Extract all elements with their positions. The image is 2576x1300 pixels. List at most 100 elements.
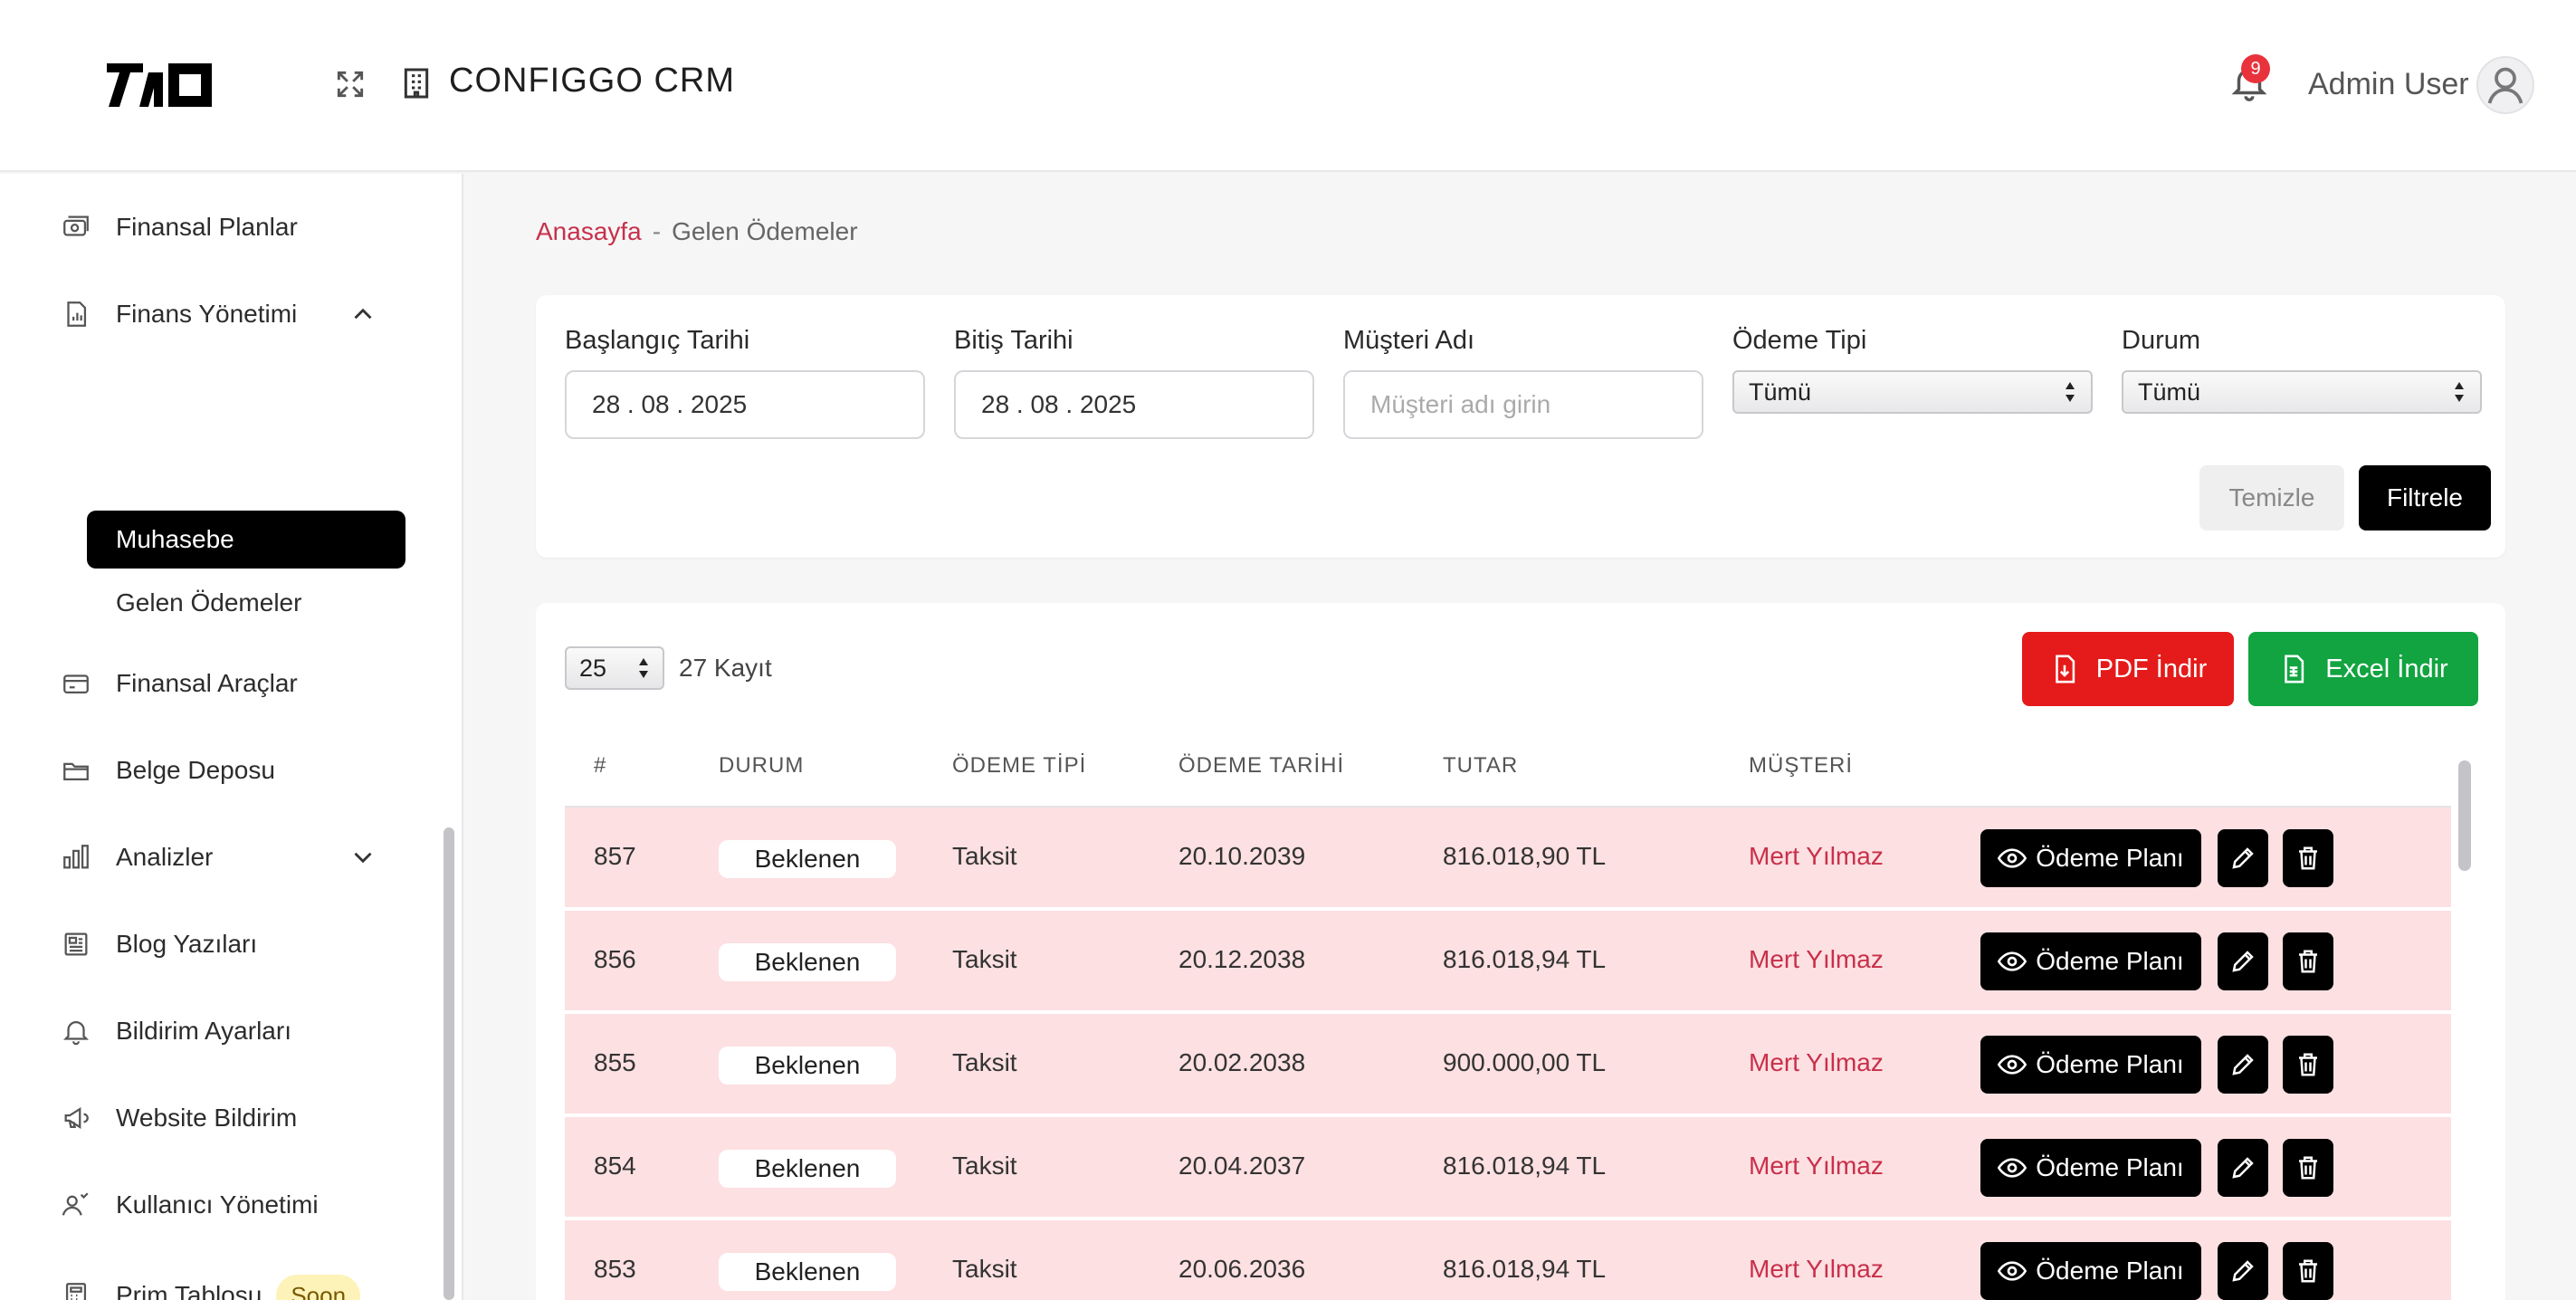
clear-button[interactable]: Temizle [2199,465,2344,531]
row-payment-type: Taksit [952,1048,1017,1076]
chevron-down-icon[interactable] [348,842,378,873]
table-row[interactable]: 853 Beklenen Taksit 20.06.2036 816.018,9… [565,1220,2451,1300]
sidebar-item-bildirim-ayarlari[interactable]: Bildirim Ayarları [58,1008,291,1054]
edit-button[interactable] [2218,1242,2268,1300]
row-amount: 816.018,94 TL [1443,1255,1607,1283]
delete-button[interactable] [2283,1036,2333,1094]
payment-type-select[interactable]: Tümü [1732,370,2093,414]
sidebar-item-prim-tablosu[interactable]: Prim Tablosu Soon [58,1273,361,1300]
chevron-up-icon[interactable] [348,299,378,330]
delete-button[interactable] [2283,829,2333,887]
breadcrumb-current: Gelen Ödemeler [672,217,858,245]
row-payment-date: 20.12.2038 [1178,945,1306,973]
payment-plan-button[interactable]: Ödeme Planı [1980,829,2201,887]
column-header-status[interactable]: DURUM [719,753,804,779]
pencil-icon [2232,1157,2254,1179]
sidebar-item-blog-yazilari[interactable]: Blog Yazıları [58,922,257,967]
sidebar-item-finansal-planlar[interactable]: Finansal Planlar [58,205,298,250]
edit-button[interactable] [2218,932,2268,990]
row-customer-link[interactable]: Mert Yılmaz [1749,842,1884,871]
table-row[interactable]: 855 Beklenen Taksit 20.02.2038 900.000,0… [565,1014,2451,1115]
bell-icon [58,1013,94,1049]
breadcrumb: Anasayfa - Gelen Ödemeler [536,217,858,246]
customer-group: Müşteri Adı [1343,326,1703,439]
row-id: 855 [594,1048,636,1076]
pencil-icon [2232,951,2254,972]
row-customer-link[interactable]: Mert Yılmaz [1749,1048,1884,1077]
table-row[interactable]: 854 Beklenen Taksit 20.04.2037 816.018,9… [565,1117,2451,1219]
delete-button[interactable] [2283,1242,2333,1300]
table-row[interactable]: 857 Beklenen Taksit 20.10.2039 816.018,9… [565,808,2451,909]
edit-button[interactable] [2218,829,2268,887]
eye-icon [1998,1261,2027,1281]
column-header-amount[interactable]: TUTAR [1443,753,1518,779]
pdf-download-button[interactable]: PDF İndir [2022,632,2234,706]
sidebar-item-website-bildirim[interactable]: Website Bildirim [58,1095,297,1141]
eye-icon [1998,1158,2027,1178]
user-name[interactable]: Admin User [2308,67,2469,102]
table-scrollbar[interactable] [2458,760,2471,871]
sidebar-item-kullanici-yonetimi[interactable]: Kullanıcı Yönetimi [58,1182,319,1228]
payment-plan-button[interactable]: Ödeme Planı [1980,1242,2201,1300]
chart-icon [58,839,94,875]
delete-button[interactable] [2283,932,2333,990]
filter-card: Başlangıç Tarihi Bitiş Tarihi Müşteri Ad… [536,295,2505,558]
calculator-icon [58,1277,94,1300]
file-download-icon [2055,655,2075,683]
payment-plan-button[interactable]: Ödeme Planı [1980,1036,2201,1094]
row-amount: 816.018,90 TL [1443,842,1607,870]
start-date-label: Başlangıç Tarihi [565,326,750,355]
start-date-input[interactable] [565,370,925,439]
row-id: 857 [594,842,636,870]
column-header-customer[interactable]: MÜŞTERİ [1749,753,1853,779]
payment-plan-button[interactable]: Ödeme Planı [1980,1139,2201,1197]
end-date-group: Bitiş Tarihi [954,326,1314,439]
sidebar-item-finansal-araclar[interactable]: Finansal Araçlar [58,661,298,706]
end-date-label: Bitiş Tarihi [954,326,1073,355]
filter-button[interactable]: Filtrele [2359,465,2491,531]
trash-icon [2299,1259,2317,1283]
status-badge: Beklenen [719,1047,896,1085]
sidebar-item-analizler[interactable]: Analizler [58,835,213,880]
top-header: CONFIGGO CRM 9 Admin User [0,0,2576,172]
page-size-select[interactable]: 25 [565,646,664,690]
select-arrows-icon [2455,382,2464,402]
news-icon [58,926,94,962]
fullscreen-icon[interactable] [333,67,367,101]
main-content: Anasayfa - Gelen Ödemeler Başlangıç Tarihi… [465,174,2576,1300]
column-header-id[interactable]: # [594,753,606,779]
delete-button[interactable] [2283,1139,2333,1197]
brand-logo[interactable] [103,60,215,110]
row-id: 854 [594,1152,636,1180]
row-payment-type: Taksit [952,842,1017,870]
excel-download-button[interactable]: Excel İndir [2248,632,2478,706]
trash-icon [2299,846,2317,870]
customer-name-input[interactable] [1343,370,1703,439]
row-customer-link[interactable]: Mert Yılmaz [1749,945,1884,974]
column-header-payment-type[interactable]: ÖDEME TİPİ [952,753,1086,779]
status-badge: Beklenen [719,1253,896,1291]
breadcrumb-separator: - [652,217,662,245]
sidebar-item-belge-deposu[interactable]: Belge Deposu [58,748,275,793]
avatar[interactable] [2476,56,2534,114]
row-amount: 816.018,94 TL [1443,945,1607,973]
sidebar-subitem-gelen-odemeler[interactable]: Gelen Ödemeler [116,588,301,617]
edit-button[interactable] [2218,1139,2268,1197]
sidebar-subitem-muhasebe[interactable]: Muhasebe [87,511,405,569]
sidebar-item-finans-yonetimi[interactable]: Finans Yönetimi [58,292,297,337]
building-icon [404,68,429,99]
table-row[interactable]: 856 Beklenen Taksit 20.12.2038 816.018,9… [565,911,2451,1012]
report-icon [58,296,94,332]
payment-plan-button[interactable]: Ödeme Planı [1980,932,2201,990]
row-customer-link[interactable]: Mert Yılmaz [1749,1255,1884,1284]
record-count: 27 Kayıt [679,654,772,682]
end-date-input[interactable] [954,370,1314,439]
status-select[interactable]: Tümü [2122,370,2482,414]
row-customer-link[interactable]: Mert Yılmaz [1749,1152,1884,1181]
table-body: 857 Beklenen Taksit 20.10.2039 816.018,9… [565,808,2451,1300]
select-arrows-icon [2066,382,2075,402]
column-header-payment-date[interactable]: ÖDEME TARİHİ [1178,753,1344,779]
sidebar-scrollbar[interactable] [444,827,454,1300]
edit-button[interactable] [2218,1036,2268,1094]
breadcrumb-home-link[interactable]: Anasayfa [536,217,642,245]
